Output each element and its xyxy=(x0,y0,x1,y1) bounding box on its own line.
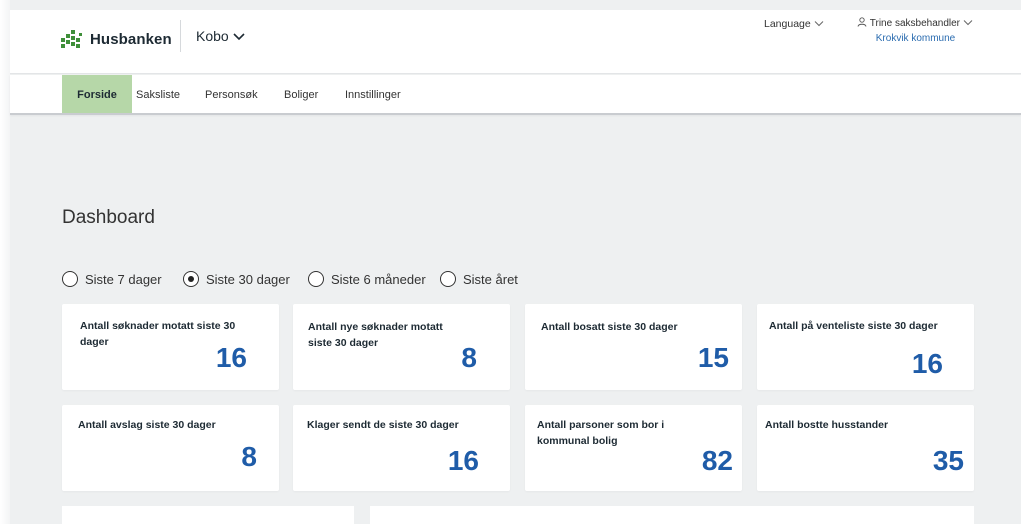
stat-card-value: 8 xyxy=(241,441,257,472)
stat-card: Antall avslag siste 30 dager 8 xyxy=(62,405,279,491)
stat-card: Antall søknader motatt siste 30 dager 16 xyxy=(62,304,279,390)
language-label: Language xyxy=(764,18,811,30)
chevron-down-icon xyxy=(963,18,973,29)
panel-card xyxy=(370,506,974,524)
stat-card-label: Antall på venteliste siste 30 dager xyxy=(769,320,938,332)
stat-card: Antall bosatt siste 30 dager 15 xyxy=(525,304,742,390)
radio-button[interactable] xyxy=(308,271,324,287)
stat-card-label: Klager sendt de siste 30 dager xyxy=(307,419,459,431)
filter-siste-7-dager[interactable]: Siste 7 dager xyxy=(62,271,162,287)
stat-card: Antall parsoner som bor i kommunal bolig… xyxy=(525,405,742,491)
stat-card-label: Antall bosatt siste 30 dager xyxy=(541,321,678,333)
stat-card-label: Antall avslag siste 30 dager xyxy=(78,419,216,431)
stat-card-label: Antall bostte husstander xyxy=(765,419,889,431)
filter-label: Siste 30 dager xyxy=(206,271,290,287)
app-switcher-label: Kobo xyxy=(196,28,229,44)
stat-card: Antall bostte husstander 35 xyxy=(757,405,974,491)
window-edge xyxy=(0,0,10,524)
user-icon xyxy=(857,17,867,30)
panel-card xyxy=(62,506,354,524)
user-name-row[interactable]: Trine saksbehandler xyxy=(848,17,973,30)
user-organization[interactable]: Krokvik kommune xyxy=(848,33,973,44)
stat-card-value: 82 xyxy=(701,445,733,476)
user-menu[interactable]: Trine saksbehandler Krokvik kommune xyxy=(848,17,973,44)
tab-forside[interactable]: Forside xyxy=(62,75,132,113)
stat-card: Klager sendt de siste 30 dager 16 xyxy=(293,405,510,491)
stat-card-label: Antall parsoner som bor i kommunal bolig xyxy=(537,419,665,447)
stat-card-value: 35 xyxy=(932,445,964,476)
stat-card-value: 16 xyxy=(911,348,943,379)
chevron-down-icon xyxy=(814,18,824,30)
stat-card-label: Antall nye søknader motatt siste 30 dage… xyxy=(308,321,443,349)
brand-name: Husbanken xyxy=(90,30,172,48)
tab-saksliste[interactable]: Saksliste xyxy=(136,75,198,113)
main-navigation: Forside Saksliste Personsøk Boliger Inns… xyxy=(10,75,1021,115)
stat-card-value: 16 xyxy=(447,445,479,476)
stat-card-value: 16 xyxy=(215,342,247,373)
husbanken-logo-icon xyxy=(60,28,84,50)
radio-button[interactable] xyxy=(62,271,78,287)
header-divider xyxy=(180,20,181,52)
filter-label: Siste 7 dager xyxy=(85,271,162,287)
filter-siste-30-dager[interactable]: Siste 30 dager xyxy=(183,271,290,287)
language-selector[interactable]: Language xyxy=(764,18,824,30)
filter-label: Siste 6 måneder xyxy=(331,271,426,287)
filter-siste-6-maneder[interactable]: Siste 6 måneder xyxy=(308,271,426,287)
stat-card-value: 8 xyxy=(461,342,477,373)
app-switcher[interactable]: Kobo xyxy=(196,28,245,44)
user-name: Trine saksbehandler xyxy=(869,18,960,29)
brand-logo[interactable]: Husbanken xyxy=(60,28,172,50)
radio-button[interactable] xyxy=(440,271,456,287)
stat-card: Antall på venteliste siste 30 dager 16 xyxy=(757,304,974,390)
stat-card: Antall nye søknader motatt siste 30 dage… xyxy=(293,304,510,390)
tab-innstillinger[interactable]: Innstillinger xyxy=(345,75,430,113)
radio-button-checked[interactable] xyxy=(183,271,199,287)
filter-label: Siste året xyxy=(463,271,518,287)
tab-personsok[interactable]: Personsøk xyxy=(205,75,275,113)
top-header: Husbanken Kobo Language Trine saksbehand… xyxy=(10,10,1021,74)
chevron-down-icon xyxy=(233,28,245,44)
filter-siste-aret[interactable]: Siste året xyxy=(440,271,518,287)
stat-card-value: 15 xyxy=(697,342,729,373)
tab-boliger[interactable]: Boliger xyxy=(284,75,334,113)
page-title: Dashboard xyxy=(62,207,155,228)
